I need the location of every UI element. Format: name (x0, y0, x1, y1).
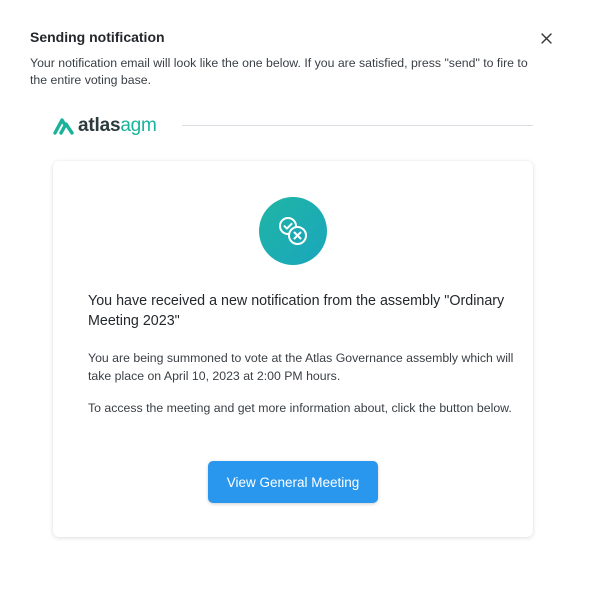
vote-check-cross-icon (279, 217, 307, 245)
close-icon (540, 32, 552, 44)
email-preview-card: You have received a new notification fro… (53, 161, 533, 537)
brand-name-atlas: atlas (78, 115, 121, 136)
atlas-logo-icon (53, 118, 74, 135)
email-brand-header: atlasagm (53, 112, 533, 140)
email-instructions-text: To access the meeting and get more infor… (88, 401, 512, 415)
brand-divider (182, 125, 533, 126)
view-general-meeting-button[interactable]: View General Meeting (208, 461, 378, 503)
email-heading: You have received a new notification fro… (88, 293, 505, 329)
brand-logo: atlasagm (53, 115, 157, 137)
notification-icon-badge (259, 197, 327, 265)
brand-name-agm: agm (120, 115, 157, 136)
send-notification-dialog: Sending notification Your notification e… (0, 0, 600, 600)
dialog-title: Sending notification (30, 29, 165, 45)
brand-name: atlasagm (78, 115, 157, 137)
email-summons-text: You are being summoned to vote at the At… (88, 351, 514, 383)
dialog-description: Your notification email will look like t… (30, 56, 528, 87)
close-button[interactable] (536, 28, 556, 48)
